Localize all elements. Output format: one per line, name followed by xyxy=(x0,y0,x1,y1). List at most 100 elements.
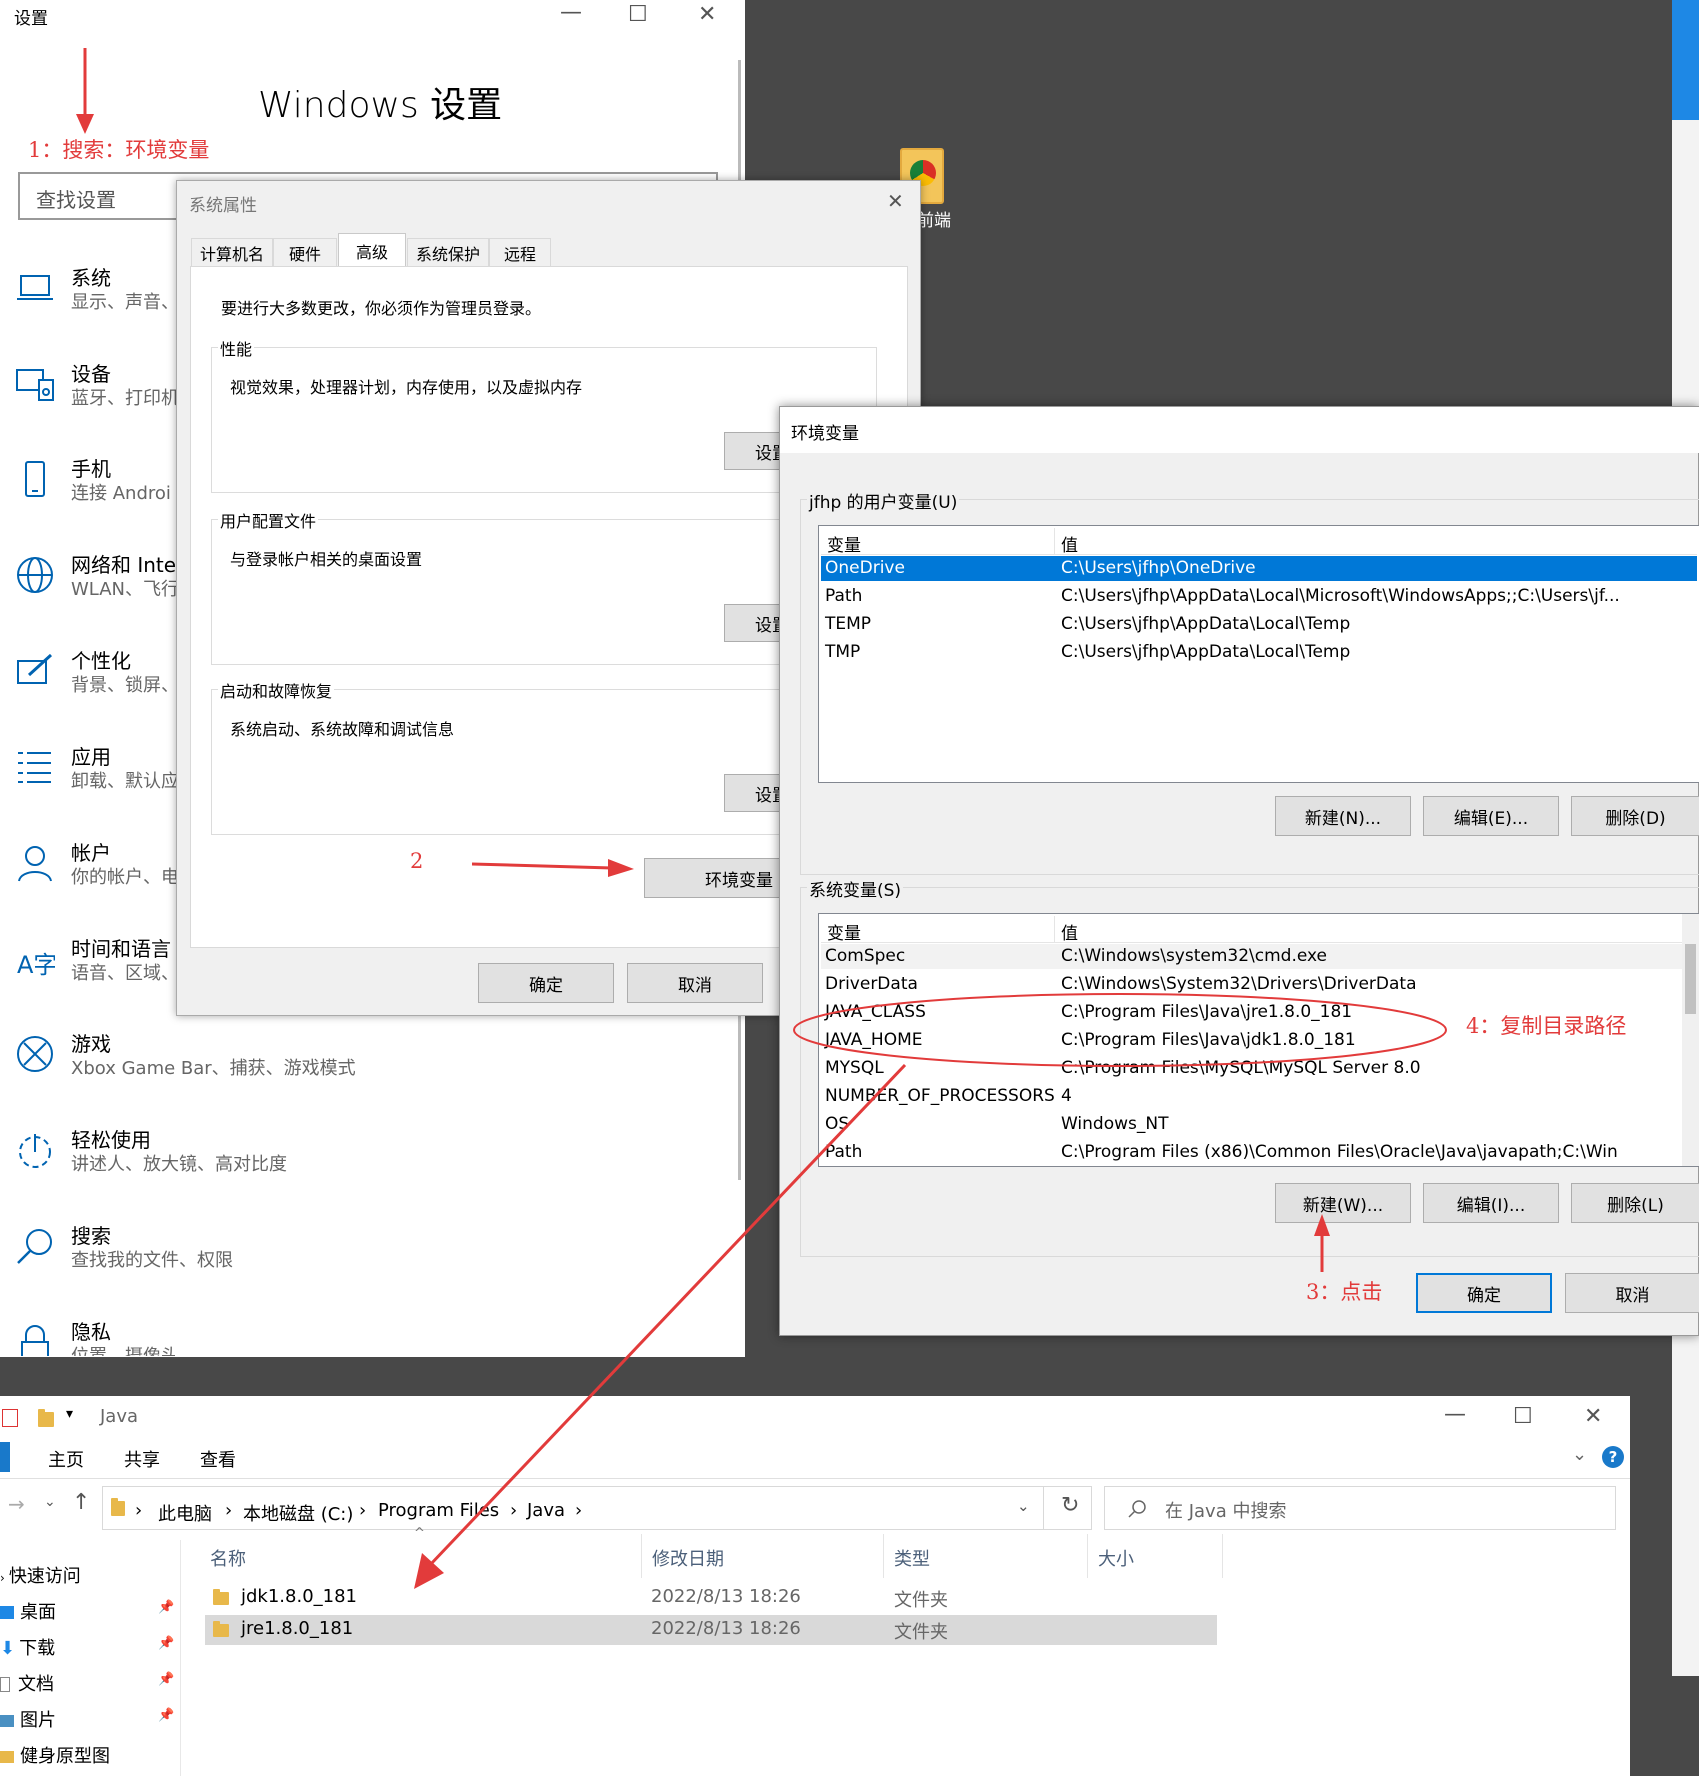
recent-locations-icon[interactable]: ⌄ xyxy=(44,1494,56,1510)
category-privacy[interactable]: 隐私 位置、摄像头、麦克风 xyxy=(15,1316,175,1356)
pin-icon[interactable]: 📌 xyxy=(158,1708,174,1723)
pin-icon[interactable]: 📌 xyxy=(158,1600,174,1615)
nav-documents[interactable]: 文档 xyxy=(0,1670,54,1700)
chevron-down-icon[interactable]: ▾ xyxy=(66,1406,73,1422)
group-desc: 系统启动、系统故障和调试信息 xyxy=(230,720,455,739)
system-new-button[interactable]: 新建(W)... xyxy=(1275,1183,1411,1223)
paint-icon xyxy=(17,653,53,684)
forward-icon[interactable]: → xyxy=(8,1492,25,1516)
user-new-button[interactable]: 新建(N)... xyxy=(1275,796,1411,836)
tab-view[interactable]: 查看 xyxy=(200,1446,236,1472)
category-devices[interactable]: 设备 蓝牙、打印机 xyxy=(15,358,179,428)
category-system[interactable]: 系统 显示、声音、 xyxy=(15,262,179,332)
cancel-button[interactable]: 取消 xyxy=(627,963,763,1003)
nav-fitness-prototype[interactable]: 健身原型图 xyxy=(0,1742,110,1772)
nav-label: 图片 xyxy=(20,1710,56,1731)
pin-icon[interactable]: 📌 xyxy=(158,1636,174,1651)
category-title: 搜索 xyxy=(71,1224,111,1248)
cancel-button[interactable]: 取消 xyxy=(1565,1273,1699,1313)
table-row[interactable]: NUMBER_OF_PROCESSORS 4 xyxy=(821,1084,1697,1109)
col-variable[interactable]: 变量 xyxy=(827,531,861,556)
maximize-icon[interactable]: ☐ xyxy=(1513,1404,1533,1429)
search-icon xyxy=(1128,1500,1146,1518)
table-row[interactable]: OneDrive C:\Users\jfhp\OneDrive xyxy=(821,556,1697,581)
tab-system-protection[interactable]: 系统保护 xyxy=(407,238,489,266)
user-edit-button[interactable]: 编辑(E)... xyxy=(1423,796,1559,836)
group-desc: 与登录帐户相关的桌面设置 xyxy=(230,550,423,569)
tab-hardware[interactable]: 硬件 xyxy=(273,238,337,266)
category-ease-of-access[interactable]: 轻松使用 讲述人、放大镜、高对比度 xyxy=(15,1124,287,1194)
category-personalization[interactable]: 个性化 背景、锁屏、 xyxy=(15,645,179,715)
dropdown-icon[interactable]: ⌄ xyxy=(1017,1497,1030,1515)
nav-desktop[interactable]: 桌面 xyxy=(0,1598,56,1628)
list-scrollbar[interactable] xyxy=(1682,914,1699,1166)
table-row[interactable]: jre1.8.0_181 2022/8/13 18:26 文件夹 xyxy=(205,1615,1217,1645)
category-title: 游戏 xyxy=(71,1032,111,1056)
category-apps[interactable]: 应用 卸载、默认应 xyxy=(15,741,179,811)
table-row[interactable]: TMP C:\Users\jfhp\AppData\Local\Temp xyxy=(821,640,1697,665)
category-phone[interactable]: 手机 连接 Androi xyxy=(15,453,175,523)
category-network[interactable]: 网络和 Inte WLAN、飞行 xyxy=(15,549,179,619)
table-row[interactable]: OS Windows_NT xyxy=(821,1112,1697,1137)
category-accounts[interactable]: 帐户 你的帐户、电 xyxy=(15,837,179,907)
page-title: Windows 设置 xyxy=(258,85,503,126)
checkbox-icon[interactable] xyxy=(2,1409,18,1427)
close-icon[interactable]: ✕ xyxy=(698,2,716,27)
col-value[interactable]: 值 xyxy=(1061,531,1078,556)
tab-advanced[interactable]: 高级 xyxy=(338,233,406,267)
phone-icon xyxy=(25,461,45,497)
arrow-step4 xyxy=(414,1063,907,1589)
category-search[interactable]: 搜索 查找我的文件、权限 xyxy=(15,1220,233,1290)
table-row[interactable]: Path C:\Program Files (x86)\Common Files\… xyxy=(821,1140,1697,1165)
arrow-step3 xyxy=(1314,1214,1330,1272)
table-row[interactable]: Path C:\Users\jfhp\AppData\Local\Microsof… xyxy=(821,584,1697,609)
ok-button[interactable]: 确定 xyxy=(1416,1273,1552,1313)
system-edit-button[interactable]: 编辑(I)... xyxy=(1423,1183,1559,1223)
annotation-step2: 2 xyxy=(410,849,424,873)
refresh-icon[interactable]: ↻ xyxy=(1061,1493,1079,1518)
close-icon[interactable]: ✕ xyxy=(887,189,904,213)
search-box[interactable]: 在 Java 中搜索 xyxy=(1104,1486,1616,1530)
category-time-language[interactable]: A字 时间和语言 语音、区域、 xyxy=(15,933,179,1003)
folder-icon xyxy=(213,1621,229,1637)
minimize-icon[interactable]: — xyxy=(560,0,582,25)
nav-quick-access[interactable]: › 快速访问 xyxy=(0,1562,81,1592)
folder-icon xyxy=(111,1498,125,1516)
file-menu[interactable] xyxy=(0,1442,10,1472)
ribbon-expand-icon[interactable]: ⌄ xyxy=(1572,1444,1587,1465)
nav-downloads[interactable]: ⬇ 下载 xyxy=(0,1634,55,1664)
table-row[interactable]: ComSpec C:\Windows\system32\cmd.exe xyxy=(821,944,1697,969)
category-gaming[interactable]: 游戏 Xbox Game Bar、捕获、游戏模式 xyxy=(15,1028,356,1098)
tab-computer-name[interactable]: 计算机名 xyxy=(191,238,273,266)
group-label: jfhp 的用户变量(U) xyxy=(807,488,960,513)
maximize-icon[interactable]: ☐ xyxy=(628,2,648,27)
user-delete-button[interactable]: 删除(D) xyxy=(1571,796,1699,836)
ok-button[interactable]: 确定 xyxy=(478,963,614,1003)
nav-pictures[interactable]: 图片 xyxy=(0,1706,56,1736)
system-delete-button[interactable]: 删除(L) xyxy=(1571,1183,1699,1223)
up-icon[interactable]: ↑ xyxy=(72,1490,90,1515)
tab-remote[interactable]: 远程 xyxy=(489,238,551,266)
search-placeholder: 在 Java 中搜索 xyxy=(1165,1501,1287,1522)
col-variable[interactable]: 变量 xyxy=(827,919,861,944)
col-value[interactable]: 值 xyxy=(1061,919,1078,944)
breadcrumb-local-disk[interactable]: 本地磁盘 (C:) xyxy=(243,1500,353,1526)
search-icon xyxy=(17,1229,52,1264)
help-icon[interactable]: ? xyxy=(1602,1446,1624,1468)
col-header-name[interactable]: 名称 xyxy=(210,1545,246,1571)
user-variables-list[interactable]: 变量 值 OneDrive C:\Users\jfhp\OneDrive Path… xyxy=(818,525,1699,783)
group-label: 用户配置文件 xyxy=(218,508,319,532)
expand-icon[interactable]: › xyxy=(0,1571,5,1585)
folder-icon xyxy=(213,1589,229,1605)
pin-icon[interactable]: 📌 xyxy=(158,1672,174,1687)
arrow-step2 xyxy=(472,859,634,877)
category-subtitle: WLAN、飞行 xyxy=(71,579,180,600)
tab-home[interactable]: 主页 xyxy=(48,1446,84,1472)
breadcrumb-this-pc[interactable]: 此电脑 xyxy=(158,1500,212,1526)
table-row[interactable]: TEMP C:\Users\jfhp\AppData\Local\Temp xyxy=(821,612,1697,637)
tab-share[interactable]: 共享 xyxy=(124,1446,160,1472)
col-header-size[interactable]: 大小 xyxy=(1098,1545,1134,1571)
close-icon[interactable]: ✕ xyxy=(1584,1404,1602,1429)
minimize-icon[interactable]: — xyxy=(1444,1402,1466,1427)
group-label: 启动和故障恢复 xyxy=(218,678,335,702)
